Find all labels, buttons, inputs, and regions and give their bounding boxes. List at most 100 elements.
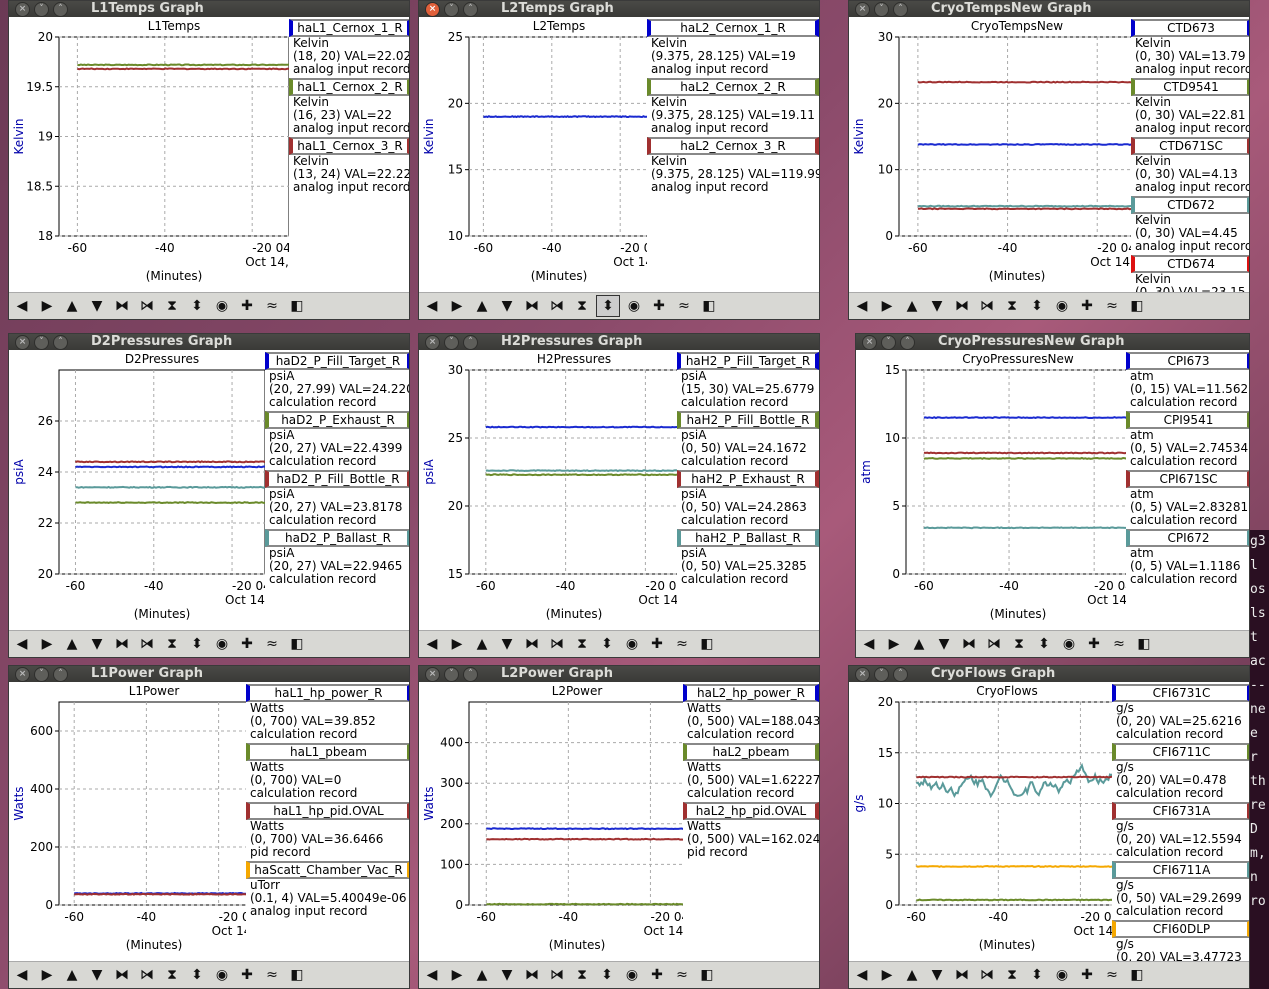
print-icon[interactable]: ◧: [696, 634, 718, 654]
reset-icon[interactable]: ◉: [1058, 634, 1080, 654]
terminal-window[interactable]: g3 l os ls t ac -- ne e r th re Dm, n ro: [1250, 530, 1269, 989]
arrow-down-icon[interactable]: ▼: [86, 965, 108, 985]
autoscale-icon[interactable]: ≈: [261, 296, 283, 316]
arrow-down-icon[interactable]: ▼: [496, 965, 518, 985]
arrow-left-icon[interactable]: ◀: [421, 296, 443, 316]
close-icon[interactable]: ×: [855, 667, 870, 682]
window-titlebar[interactable]: × ˅ ˄ L1Temps Graph: [9, 1, 409, 17]
zoom-in-y-icon[interactable]: ⧗: [571, 296, 593, 316]
legend-item[interactable]: CFI6731A g/s (0, 20) VAL=12.5594 calculatio…: [1112, 802, 1249, 859]
maximize-icon[interactable]: ˄: [463, 2, 478, 17]
zoom-out-x-icon[interactable]: ⧒: [976, 965, 998, 985]
arrow-left-icon[interactable]: ◀: [421, 634, 443, 654]
crosshair-icon[interactable]: ✚: [1083, 634, 1105, 654]
crosshair-icon[interactable]: ✚: [236, 296, 258, 316]
arrow-up-icon[interactable]: ▲: [471, 634, 493, 654]
zoom-out-y-icon[interactable]: ⬍: [1026, 965, 1048, 985]
close-icon[interactable]: ×: [855, 2, 870, 17]
maximize-icon[interactable]: ˄: [893, 667, 908, 682]
chart-plot[interactable]: H2Pressures 15 20 25 30 -60 -40 -20 04:46:13Oct…: [419, 350, 677, 632]
arrow-down-icon[interactable]: ▼: [933, 634, 955, 654]
legend-item[interactable]: CFI6731C g/s (0, 20) VAL=25.6216 calculatio…: [1112, 684, 1249, 741]
window-titlebar[interactable]: × ˅ ˄ CryoFlows Graph: [849, 666, 1249, 682]
arrow-up-icon[interactable]: ▲: [471, 296, 493, 316]
maximize-icon[interactable]: ˄: [53, 2, 68, 17]
zoom-in-y-icon[interactable]: ⧗: [571, 634, 593, 654]
arrow-right-icon[interactable]: ▶: [876, 965, 898, 985]
zoom-in-x-icon[interactable]: ⧓: [951, 296, 973, 316]
zoom-out-y-icon[interactable]: ⬍: [186, 296, 208, 316]
legend-item[interactable]: CPI671SC atm (0, 5) VAL=2.83281 calculation…: [1126, 470, 1249, 527]
legend-item[interactable]: haL2_Cernox_2_R Kelvin (9.375, 28.125) VAL…: [647, 78, 819, 135]
zoom-in-x-icon[interactable]: ⧓: [521, 965, 543, 985]
crosshair-icon[interactable]: ✚: [1076, 296, 1098, 316]
legend-item[interactable]: CTD9541 Kelvin (0, 30) VAL=22.81 analog inp…: [1131, 78, 1249, 135]
legend-item[interactable]: CTD672 Kelvin (0, 30) VAL=4.45 analog input…: [1131, 196, 1249, 253]
arrow-right-icon[interactable]: ▶: [446, 634, 468, 654]
legend-item[interactable]: haL1_hp_pid.OVAL Watts (0, 700) VAL=36.646…: [246, 802, 409, 859]
print-icon[interactable]: ◧: [286, 634, 308, 654]
zoom-in-y-icon[interactable]: ⧗: [1001, 296, 1023, 316]
arrow-up-icon[interactable]: ▲: [61, 296, 83, 316]
close-icon[interactable]: ×: [425, 335, 440, 350]
zoom-in-x-icon[interactable]: ⧓: [958, 634, 980, 654]
arrow-up-icon[interactable]: ▲: [901, 296, 923, 316]
maximize-icon[interactable]: ˄: [53, 335, 68, 350]
zoom-in-y-icon[interactable]: ⧗: [161, 634, 183, 654]
reset-icon[interactable]: ◉: [621, 965, 643, 985]
autoscale-icon[interactable]: ≈: [261, 634, 283, 654]
crosshair-icon[interactable]: ✚: [236, 965, 258, 985]
zoom-out-x-icon[interactable]: ⧒: [546, 296, 568, 316]
crosshair-icon[interactable]: ✚: [646, 965, 668, 985]
minimize-icon[interactable]: ˅: [874, 2, 889, 17]
arrow-right-icon[interactable]: ▶: [883, 634, 905, 654]
zoom-in-x-icon[interactable]: ⧓: [111, 634, 133, 654]
legend-item[interactable]: CFI6711A g/s (0, 50) VAL=29.2699 calculatio…: [1112, 861, 1249, 918]
legend-item[interactable]: haScatt_Chamber_Vac_R uTorr (0.1, 4) VAL=5…: [246, 861, 409, 918]
window-titlebar[interactable]: × ˅ ˄ L1Power Graph: [9, 666, 409, 682]
legend-item[interactable]: haD2_P_Exhaust_R psiA (20, 27) VAL=22.4399…: [265, 411, 409, 468]
window-titlebar[interactable]: × ˅ ˄ D2Pressures Graph: [9, 334, 409, 350]
autoscale-icon[interactable]: ≈: [1101, 296, 1123, 316]
zoom-out-x-icon[interactable]: ⧒: [136, 634, 158, 654]
arrow-up-icon[interactable]: ▲: [61, 634, 83, 654]
arrow-down-icon[interactable]: ▼: [496, 296, 518, 316]
legend-item[interactable]: haD2_P_Ballast_R psiA (20, 27) VAL=22.9465…: [265, 529, 409, 586]
autoscale-icon[interactable]: ≈: [1101, 965, 1123, 985]
legend-item[interactable]: haD2_P_Fill_Bottle_R psiA (20, 27) VAL=23.…: [265, 470, 409, 527]
maximize-icon[interactable]: ˄: [900, 335, 915, 350]
arrow-right-icon[interactable]: ▶: [36, 296, 58, 316]
legend-item[interactable]: haH2_P_Fill_Target_R psiA (15, 30) VAL=25.…: [677, 352, 819, 409]
maximize-icon[interactable]: ˄: [463, 335, 478, 350]
minimize-icon[interactable]: ˅: [34, 667, 49, 682]
close-icon[interactable]: ×: [15, 667, 30, 682]
arrow-left-icon[interactable]: ◀: [851, 296, 873, 316]
arrow-right-icon[interactable]: ▶: [446, 965, 468, 985]
legend-item[interactable]: haD2_P_Fill_Target_R psiA (20, 27.99) VAL=…: [265, 352, 409, 409]
legend-item[interactable]: haL1_Cernox_2_R Kelvin (16, 23) VAL=22 anal…: [289, 78, 409, 135]
window-titlebar[interactable]: × ˅ ˄ L2Temps Graph: [419, 1, 819, 17]
zoom-out-y-icon[interactable]: ⬍: [186, 965, 208, 985]
legend-item[interactable]: haL2_hp_power_R Watts (0, 500) VAL=188.043…: [683, 684, 819, 741]
arrow-left-icon[interactable]: ◀: [858, 634, 880, 654]
reset-icon[interactable]: ◉: [211, 965, 233, 985]
zoom-out-x-icon[interactable]: ⧒: [546, 965, 568, 985]
chart-plot[interactable]: L2Temps 10 15 20 25 -60 -40 -20 04:46:13Oct 14,…: [419, 17, 647, 294]
zoom-out-x-icon[interactable]: ⧒: [976, 296, 998, 316]
arrow-right-icon[interactable]: ▶: [876, 296, 898, 316]
legend-item[interactable]: haH2_P_Fill_Bottle_R psiA (0, 50) VAL=24.1…: [677, 411, 819, 468]
chart-plot[interactable]: D2Pressures 20 22 24 26 -60 -40 -20 04:46:13Oct…: [9, 350, 265, 632]
legend-item[interactable]: CPI673 atm (0, 15) VAL=11.5625 calculation …: [1126, 352, 1249, 409]
minimize-icon[interactable]: ˅: [444, 335, 459, 350]
zoom-out-x-icon[interactable]: ⧒: [546, 634, 568, 654]
minimize-icon[interactable]: ˅: [34, 2, 49, 17]
minimize-icon[interactable]: ˅: [874, 667, 889, 682]
maximize-icon[interactable]: ˄: [53, 667, 68, 682]
zoom-out-x-icon[interactable]: ⧒: [136, 296, 158, 316]
legend-item[interactable]: haL2_Cernox_1_R Kelvin (9.375, 28.125) VAL…: [647, 19, 819, 76]
window-titlebar[interactable]: × ˅ ˄ CryoPressuresNew Graph: [856, 334, 1249, 350]
arrow-right-icon[interactable]: ▶: [446, 296, 468, 316]
crosshair-icon[interactable]: ✚: [236, 634, 258, 654]
arrow-down-icon[interactable]: ▼: [496, 634, 518, 654]
print-icon[interactable]: ◧: [286, 965, 308, 985]
